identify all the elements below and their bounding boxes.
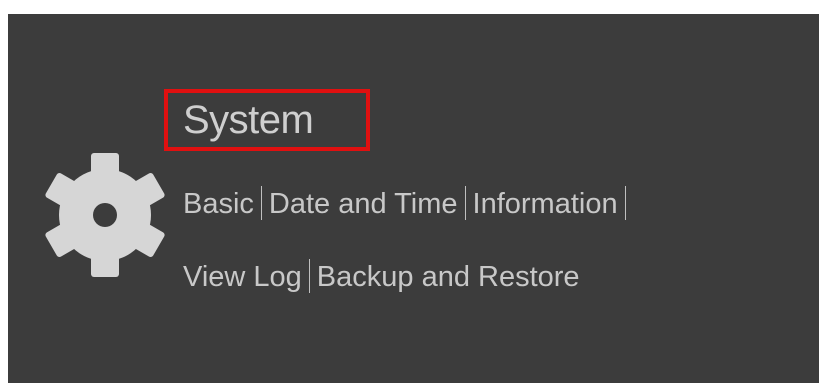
- view-log-link[interactable]: View Log: [183, 261, 302, 293]
- gear-icon: [45, 153, 165, 277]
- separator: [464, 186, 466, 220]
- backup-and-restore-link[interactable]: Backup and Restore: [317, 261, 580, 293]
- date-and-time-link[interactable]: Date and Time: [269, 188, 458, 220]
- separator: [624, 186, 626, 220]
- links-row-1: Basic Date and Time Information: [183, 186, 633, 222]
- section-title[interactable]: System: [183, 98, 314, 142]
- separator: [260, 186, 262, 220]
- links-row-2: View Log Backup and Restore: [183, 259, 580, 295]
- separator: [308, 259, 310, 293]
- basic-link[interactable]: Basic: [183, 188, 254, 220]
- information-link[interactable]: Information: [473, 188, 618, 220]
